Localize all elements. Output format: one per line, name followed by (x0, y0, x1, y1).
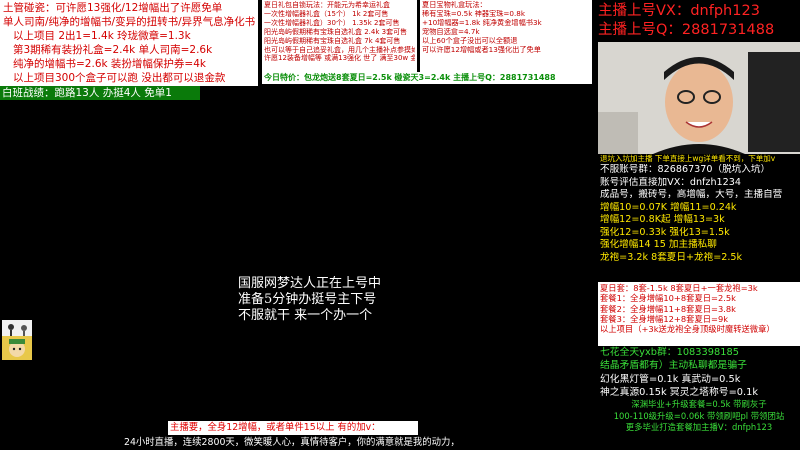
contact-vx: 主播上号VX：dnfph123 (598, 3, 760, 19)
price-line: 强化增幅14 15 加主播私聊 (600, 239, 717, 250)
treasure-line: 稀有宝珠=0.5k 神器宝珠=0.8k (422, 9, 526, 18)
upgrade-line: 深渊毕业+升级套餐=0.5k 带刷灰子 (631, 399, 767, 410)
gift-line: 也可以等于自己追妥礼盒，用几个主播补点参摸如算 (264, 45, 415, 54)
gift-line: 一次性增幅器礼盒（15个） 1k 2套可售 (264, 9, 389, 18)
item-line: 神之真源0.15k 冥灵之塔称号=0.1k (600, 386, 759, 398)
gift-line: 夏日礼包自锁玩法：开能元为希幸运礼盒 (264, 1, 390, 9)
summer-gift-panel: 夏日礼包自锁玩法：开能元为希幸运礼盒 一次性增幅器礼盒（15个） 1k 2套可售… (262, 0, 417, 72)
streamer-face-image (598, 42, 800, 154)
recruit-banner: 主播要，全身12增幅，或者单件15以上 有的加v：dnfzh1234 (168, 421, 418, 435)
price-line: 增幅12=0.8K起 增幅13=3k (600, 214, 725, 225)
set-line: 套餐2：全身增幅11+8套夏日=3.8k (600, 303, 736, 314)
left-panel-line: 单人司南/纯净的增幅书/变异的扭转书/异界气息净化书 (3, 16, 255, 28)
day-shift-banner: 白班战绩：跑路13人 办挺4人 免单1 (0, 86, 200, 100)
left-panel-line: 第3期稀有装扮礼盒=2.4k 单人司南=2.6k (13, 44, 213, 56)
account-info-panel: 退坑入坑加主播 下单直接上wg详单看不到，下单加v 不服账号群：82686737… (598, 154, 800, 282)
gift-line: 一次性增幅器礼盒）30个） 1.35k 2套可售 (264, 18, 400, 27)
treasure-line: 夏日宝物礼盒玩法： (422, 1, 487, 9)
center-status-message: 国服网梦达人正在上号中 准备5分钟办挺号主下号 不服就干 来一个办一个 (238, 276, 438, 324)
set-line: 以上项目（+3k送龙袍全身顶级时魔转送微章） (600, 324, 775, 335)
streamer-contact: 主播上号VX：dnfph123 主播上号Q：2881731488 (596, 0, 800, 42)
gift-line: 阳光岛屿假期稀有宝珠自选礼盒 2.4k 3套可售 (264, 27, 408, 36)
treasure-line: +10增幅器=1.8k 纯净黄金增幅书3k (422, 18, 542, 27)
avatar-face-icon (2, 336, 32, 360)
summer-treasure-panel: 夏日宝物礼盒玩法： 稀有宝珠=0.5k 神器宝珠=0.8k +10增幅器=1.8… (420, 0, 592, 72)
left-panel-line: 以上项目 2出1=1.4k 玲珑微章=1.3k (13, 30, 191, 42)
notice-text: 退坑入坑加主播 下单直接上wg详单看不到，下单加v (600, 154, 776, 163)
left-panel-line: 土管碰瓷：可许愿13强化/12增幅出了许愿免单 (3, 2, 223, 14)
treasure-line: 宠物自选盒=4.7k (422, 27, 480, 36)
left-panel-line: 纯净的增幅书=2.6k 装扮增幅保护券=4k (13, 58, 206, 70)
status-line: 准备5分钟办挺号主下号 (238, 292, 377, 307)
scam-warning: 结晶矛盾都有）主动私聊都是骗子 (600, 360, 747, 372)
contact-qq: 主播上号Q：2881731488 (598, 22, 775, 38)
package-set-panel: 夏日套：8套-1.5k 8套夏日+一套龙袍=3k 套餐1：全身增幅10+8套夏日… (598, 282, 800, 346)
group-info-panel: 七花全天yxb群：1083398185 结晶矛盾都有）主动私聊都是骗子 幻化黑灯… (598, 346, 800, 450)
info-line: 不服账号群：826867370（脱坑入坑） (600, 164, 771, 175)
avatar-thumbnail (2, 336, 32, 360)
price-line: 增幅10=0.07K 增幅11=0.24k (600, 201, 737, 213)
info-line: 成品号，搬砖号，高增幅，大号，主播自营 (600, 189, 783, 200)
upgrade-line: 更多毕业打造套餐加主播V：dnfph123 (625, 422, 773, 433)
gift-line: 阳光岛屿假期稀有宝珠自选礼盒 7k 4套可售 (264, 36, 401, 45)
gift-line: 许愿12装备增幅等 或满13强化 世了 满至30w 金值 (264, 54, 415, 63)
left-panel-line: 以上项目300个盒子可以跑 没出都可以退金款 (13, 72, 226, 84)
status-line: 不服就干 来一个办一个 (238, 308, 373, 323)
treasure-line: 以上60个盒子没出可以全额退 (422, 36, 518, 45)
price-line: 强化12=0.33k 强化13=1.5k (600, 226, 730, 238)
info-line: 账号评估直接加VX：dnfzh1234 (600, 176, 741, 188)
left-info-panel: 土管碰瓷：可许愿13强化/12增幅出了许愿免单 单人司南/纯净的增幅书/变异的扭… (0, 0, 258, 86)
group-number: 七花全天yxb群：1083398185 (600, 347, 739, 358)
set-line: 套餐3：全身增幅12+8套夏日=9k (600, 313, 729, 324)
upgrade-line: 100-110级升级=0.06k 带领刷吧pl 带领团站 (613, 410, 785, 421)
set-line: 套餐1：全身增幅10+8套夏日=2.5k (600, 293, 736, 304)
today-special-bar: 今日特价：包龙炮送8套夏日=2.5k 碰瓷天3=2.4k 主播上号Q：28817… (262, 72, 592, 84)
item-line: 幻化黑灯管=0.1k 真武动=0.5k (600, 373, 741, 385)
webcam-feed (598, 42, 800, 154)
treasure-line: 可以许愿12增幅或者13强化出了免单 (422, 45, 541, 54)
stream-ticker: 24小时直播，连续2800天，微笑暖人心，真情待客户，你的满意就是我的动力， (124, 437, 460, 448)
price-line: 龙袍=3.2k 8套夏日+龙袍=2.5k (600, 251, 743, 263)
status-line: 国服网梦达人正在上号中 (238, 276, 382, 291)
set-line: 夏日套：8套-1.5k 8套夏日+一套龙袍=3k (600, 283, 758, 293)
